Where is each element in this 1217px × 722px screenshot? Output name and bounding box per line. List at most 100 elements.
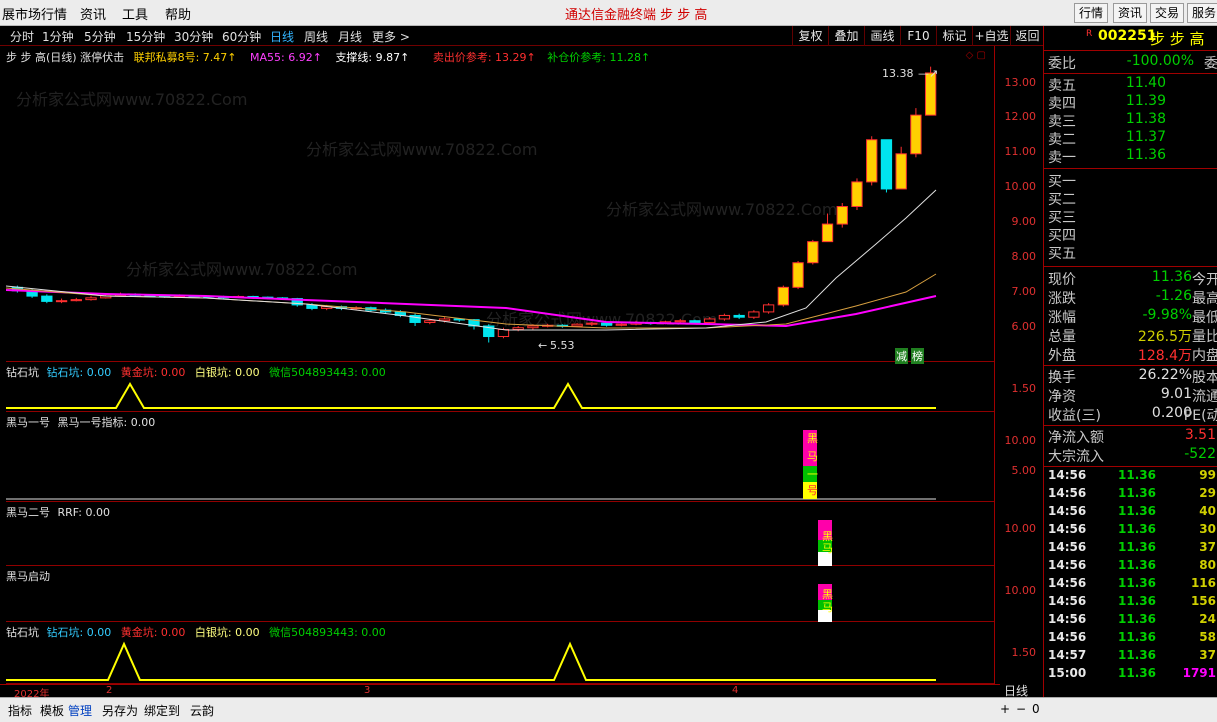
ytick-8: 8.00 (1011, 250, 1037, 263)
ask-row-3: 卖三 11.38 (1048, 111, 1166, 130)
menu-news[interactable]: 资讯 (80, 4, 106, 23)
kline-chart: 13.38 5.53 ← —↗ (6, 66, 938, 352)
candle-body (792, 262, 804, 288)
pane2-ytick-5: 5.00 (1011, 464, 1037, 477)
ytick-12: 12.00 (1004, 110, 1037, 123)
stat-pct-row: 涨幅 -9.98% 最低 (1048, 307, 1217, 326)
date-axis: 2022年 2 3 4 (0, 684, 1000, 700)
ask-row-2: 卖二 11.37 (1048, 129, 1166, 148)
candle-body (424, 320, 436, 323)
menu-market[interactable]: 展市场行情 (2, 4, 67, 23)
candle-body (718, 314, 731, 320)
pane2-char-3: 一 (807, 468, 818, 481)
tick-row: 14:56 11.36 37 (1048, 540, 1216, 554)
candle-body (600, 322, 613, 326)
mark-button[interactable]: 标记 (936, 26, 972, 46)
menu-help[interactable]: 帮助 (165, 4, 191, 23)
candle-body (85, 297, 97, 301)
period-tab-60min[interactable]: 60分钟 (222, 28, 261, 45)
period-tab-daily[interactable]: 日线 (270, 28, 294, 45)
ytick-9: 9.00 (1011, 215, 1037, 228)
pane2-char-2: 马 (807, 450, 818, 463)
candle-body (55, 300, 68, 303)
candle-body (821, 223, 834, 243)
candle-body (762, 304, 775, 313)
period-tab-monthly[interactable]: 月线 (338, 28, 362, 45)
news-button[interactable]: 资讯 (1113, 3, 1148, 23)
flow-net-row: 净流入额 3.51 (1048, 427, 1216, 446)
bid-row-5: 买五 (1048, 246, 1076, 262)
ask-row-1: 卖一 11.36 (1048, 147, 1166, 166)
stat-price-row: 现价 11.36 今开 (1048, 269, 1217, 288)
zoom-out-button[interactable]: − (1016, 702, 1026, 716)
indicator-pane-heima-2[interactable]: 黑马二号 RRF: 0.00 黑 马 (6, 502, 994, 566)
stat-eps-row: 收益(三)0.200PE(动) (1048, 405, 1217, 424)
tab-indicator[interactable]: 指标 (8, 702, 32, 719)
period-tab-weekly[interactable]: 周线 (304, 28, 328, 45)
tab-cloud[interactable]: 云韵 (190, 702, 214, 719)
zoom-reset-button[interactable]: 0 (1032, 702, 1040, 716)
overlay-button[interactable]: 叠加 (828, 26, 864, 46)
ask-row-4: 卖四 11.39 (1048, 93, 1166, 112)
tick-row: 14:56 11.36 116 (1048, 576, 1216, 590)
low-arrow-icon: ← (538, 339, 547, 352)
tab-save-as[interactable]: 另存为 (102, 702, 138, 719)
pane4-chart (818, 584, 832, 622)
adjust-button[interactable]: 复权 (792, 26, 828, 46)
stock-code: 002251 (1098, 28, 1157, 44)
tick-row: 14:56 11.36 40 (1048, 504, 1216, 518)
tick-row: 15:00 11.36 1791 (1048, 666, 1216, 680)
zoom-in-button[interactable]: + (1000, 702, 1010, 716)
main-kline-pane[interactable]: 分析家公式网www.70822.Com 分析家公式网www.70822.Com … (6, 46, 994, 364)
price-axis: 13.00 12.00 11.00 10.00 9.00 8.00 7.00 6… (994, 46, 1042, 684)
add-watchlist-button[interactable]: +自选 (972, 26, 1010, 46)
draw-button[interactable]: 画线 (864, 26, 900, 46)
pane5-chart (6, 641, 936, 681)
tab-manage[interactable]: 管理 (68, 702, 92, 719)
tab-bind[interactable]: 绑定到 (144, 702, 180, 719)
candle-body (689, 320, 701, 323)
tick-row: 14:56 11.36 99 (1048, 468, 1216, 482)
back-button[interactable]: 返回 (1010, 26, 1044, 46)
pane2-char-4: 号 (807, 484, 818, 497)
candle-body (733, 314, 745, 318)
quote-flag: R (1086, 29, 1093, 39)
tick-row: 14:56 11.36 30 (1048, 522, 1216, 536)
ask-row-5: 卖五 11.40 (1048, 75, 1166, 94)
stock-name: 步 步 高 (1150, 30, 1205, 48)
window-title: 通达信金融终端 步 步 高 (565, 8, 708, 23)
candle-body (880, 139, 893, 190)
service-button[interactable]: 服务 (1187, 3, 1217, 23)
trade-button[interactable]: 交易 (1150, 3, 1185, 23)
indicator-pane-heima-1[interactable]: 黑马一号 黑马一号指标: 0.00 黑 马 一 号 (6, 412, 994, 502)
high-price-label: 13.38 (882, 67, 914, 80)
indicator-pane-diamond-2[interactable]: 钻石坑 钻石坑: 0.00 黄金坑: 0.00 白银坑: 0.00 微信5048… (6, 622, 994, 684)
stat-outer-row: 外盘 128.4万 内盘 (1048, 348, 1217, 364)
stat-turnover-row: 换手 26.22% 股本 (1048, 367, 1217, 386)
tick-row: 14:56 11.36 58 (1048, 630, 1216, 644)
tab-template[interactable]: 模板 (40, 702, 64, 719)
period-tab-more[interactable]: 更多 > (372, 28, 410, 45)
indicator-pane-heima-start[interactable]: 黑马启动 黑 马 (6, 566, 994, 622)
ma-white-line (6, 189, 937, 331)
period-tab-timeshare[interactable]: 分时 (10, 28, 34, 45)
period-tab-30min[interactable]: 30分钟 (174, 28, 213, 45)
tick-row: 14:56 11.36 29 (1048, 486, 1216, 500)
bid-row-3: 买三 (1048, 210, 1076, 226)
quote-panel: R 002251 步 步 高 委比 -100.00% 委差 卖五11.40 卖四… (1043, 26, 1217, 697)
flow-block-row: 大宗流入 -522 (1048, 446, 1216, 465)
indicator-pane-diamond-1[interactable]: 钻石坑 钻石坑: 0.00 黄金坑: 0.00 白银坑: 0.00 微信5048… (6, 362, 994, 412)
candle-body (910, 114, 922, 155)
menu-tools[interactable]: 工具 (122, 4, 148, 23)
pane4-ytick: 10.00 (1004, 584, 1037, 597)
candle-body (851, 181, 863, 208)
candle-body (777, 286, 789, 306)
period-tab-1min[interactable]: 1分钟 (42, 28, 74, 45)
quote-button[interactable]: 行情 (1074, 3, 1109, 23)
f10-button[interactable]: F10 (900, 26, 936, 46)
pane3-chart (818, 520, 832, 566)
ytick-6: 6.00 (1011, 320, 1037, 333)
period-tab-5min[interactable]: 5分钟 (84, 28, 116, 45)
period-tab-15min[interactable]: 15分钟 (126, 28, 165, 45)
tick-row: 14:57 11.36 37 (1048, 648, 1216, 662)
